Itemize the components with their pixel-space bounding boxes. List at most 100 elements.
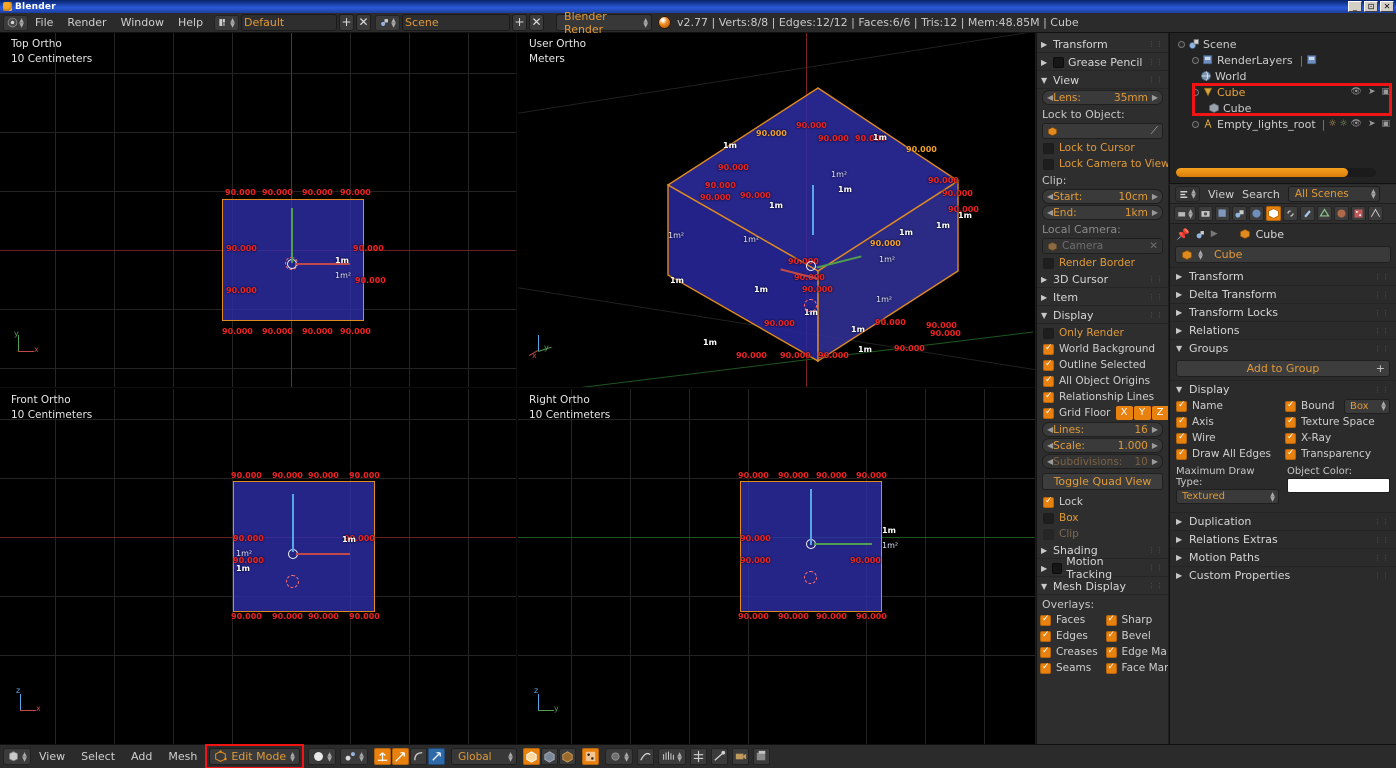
bevel-checkbox[interactable] [1105, 630, 1117, 642]
props-panel-relations[interactable]: ▶ Relations ⋮⋮ [1170, 321, 1396, 339]
grid-floor-checkbox[interactable] [1043, 407, 1054, 419]
props-panel-custom-properties[interactable]: ▶ Custom Properties ⋮⋮ [1170, 566, 1396, 584]
viewport-menu-add[interactable]: Add [123, 748, 160, 766]
display-name-row[interactable]: Name [1174, 398, 1283, 414]
creases-row[interactable]: Creases [1037, 644, 1103, 660]
app-menu-button[interactable]: ▲ ▼ [3, 14, 28, 31]
lock-to-cursor-checkbox[interactable] [1043, 142, 1054, 154]
pin-icon[interactable]: 📌 [1176, 228, 1190, 241]
panel-motion-tracking[interactable]: ▶ Motion Tracking ⋮⋮ [1037, 555, 1168, 581]
delete-layout-button[interactable]: ✕ [356, 14, 372, 31]
drag-grip-icon[interactable]: ⋮⋮ [1148, 40, 1164, 48]
display-axis-row[interactable]: Axis [1174, 414, 1283, 430]
display-xray-row[interactable]: X-Ray [1283, 430, 1392, 446]
local-camera-field[interactable]: Camera ✕ [1042, 238, 1163, 254]
lock-checkbox[interactable] [1043, 496, 1054, 508]
outliner-row-scene[interactable]: Scene [1170, 36, 1396, 52]
chevron-right-icon[interactable]: ▶ [1152, 441, 1158, 450]
object-name-field[interactable]: ▲ ▼ Cube [1175, 246, 1391, 263]
creases-checkbox[interactable] [1040, 646, 1051, 658]
object-color-swatch[interactable] [1287, 478, 1390, 493]
bevel-row[interactable]: Bevel [1103, 628, 1169, 644]
menu-help[interactable]: Help [171, 14, 210, 32]
outliner-row-empty-lights-root[interactable]: Empty_lights_root | ☼ ☼ 👁 ➤ ▣ [1170, 116, 1396, 132]
tab-render[interactable] [1198, 206, 1213, 221]
outliner-scrollbar[interactable] [1176, 168, 1376, 177]
eye-icon[interactable]: 👁 [1351, 87, 1362, 97]
property-pin-selector[interactable]: ▲ ▼ [1174, 206, 1196, 221]
panel-display[interactable]: ▼ Display ⋮⋮ [1037, 307, 1168, 324]
grid-floor-row[interactable]: Grid Floor X Y Z [1037, 405, 1168, 421]
scene-field[interactable]: Scene [402, 14, 511, 31]
viewport-front-ortho[interactable]: 90.000 90.000 90.000 90.000 90.000 90.00… [0, 389, 517, 744]
editor-type-selector[interactable]: ▲ ▼ [1175, 186, 1200, 202]
screen-layout-selector[interactable]: ▲ ▼ [214, 14, 240, 31]
add-scene-button[interactable]: + [512, 14, 528, 31]
display-xray-checkbox[interactable] [1285, 432, 1296, 444]
relationship-lines-checkbox[interactable] [1043, 391, 1054, 403]
chevron-right-icon[interactable]: ▶ [1152, 192, 1158, 201]
drag-grip-icon[interactable]: ⋮⋮ [1148, 293, 1164, 301]
cursor-arrow-icon[interactable]: ➤ [1368, 87, 1376, 97]
cursor-arrow-icon[interactable]: ➤ [1368, 119, 1376, 129]
lock-to-object-field[interactable]: ⟋ [1042, 123, 1163, 139]
sharp-checkbox[interactable] [1105, 614, 1117, 626]
drag-grip-icon[interactable]: ⋮⋮ [1148, 311, 1164, 319]
drag-grip-icon[interactable]: ⋮⋮ [1374, 273, 1390, 281]
display-draw-all-edges-row[interactable]: Draw All Edges [1174, 446, 1283, 462]
clip-end-field[interactable]: ◀ End: 1km ▶ [1042, 205, 1163, 220]
properties-tab-row[interactable]: ▲ ▼ [1170, 204, 1396, 224]
eye-icon[interactable]: 👁 [1351, 119, 1362, 129]
tab-render-layers[interactable] [1215, 206, 1230, 221]
render-engine-selector[interactable]: Blender Render ▲ ▼ [556, 10, 653, 36]
close-icon[interactable]: ✕ [1149, 240, 1158, 252]
chevron-right-icon[interactable]: ▶ [1152, 208, 1158, 217]
outline-selected-row[interactable]: Outline Selected [1037, 357, 1168, 373]
display-wire-checkbox[interactable] [1176, 432, 1187, 444]
add-layout-button[interactable]: + [339, 14, 355, 31]
edges-row[interactable]: Edges [1037, 628, 1103, 644]
display-texture-space-checkbox[interactable] [1285, 416, 1296, 428]
maximize-button[interactable]: ⊡ [1364, 1, 1378, 12]
properties-menu-search[interactable]: Search [1242, 188, 1280, 201]
drag-grip-icon[interactable]: ⋮⋮ [1148, 582, 1164, 590]
all-object-origins-row[interactable]: All Object Origins [1037, 373, 1168, 389]
plus-icon[interactable]: + [1376, 361, 1385, 377]
lens-field[interactable]: ◀ Lens: 35mm ▶ [1042, 90, 1163, 105]
face-marks-row[interactable]: Face Mar [1103, 660, 1168, 676]
box-row[interactable]: Box [1037, 510, 1168, 526]
menu-file[interactable]: File [28, 14, 60, 32]
outliner-editor[interactable]: Scene RenderLayers | World Cube 👁 ➤ ▣ Cu… [1169, 33, 1396, 184]
panel-view[interactable]: ▼ View ⋮⋮ [1037, 72, 1168, 89]
face-marks-checkbox[interactable] [1105, 662, 1117, 674]
lock-camera-to-view-checkbox[interactable] [1043, 158, 1054, 170]
camera-icon[interactable]: ▣ [1382, 119, 1391, 129]
lock-row[interactable]: Lock [1037, 494, 1168, 510]
seams-row[interactable]: Seams [1037, 660, 1103, 676]
panel-grease-pencil[interactable]: ▶ Grease Pencil ⋮⋮ [1037, 54, 1168, 71]
props-panel-transform-locks[interactable]: ▶ Transform Locks ⋮⋮ [1170, 303, 1396, 321]
editor-type-selector[interactable]: ▲ ▼ [3, 748, 31, 765]
outliner-row-renderlayers[interactable]: RenderLayers | [1170, 52, 1396, 68]
bound-type-selector[interactable]: Box ▲ ▼ [1344, 398, 1390, 414]
scale-manipulator-toggle[interactable] [410, 748, 428, 765]
edge-marks-checkbox[interactable] [1105, 646, 1117, 658]
chevron-right-icon[interactable]: ▶ [1152, 425, 1158, 434]
toggle-quad-view-button[interactable]: Toggle Quad View [1042, 473, 1163, 490]
grid-lines-field[interactable]: ◀ Lines: 16 ▶ [1042, 422, 1163, 437]
outliner-row-cube-object[interactable]: Cube 👁 ➤ ▣ [1170, 84, 1396, 100]
props-panel-display[interactable]: ▼ Display ⋮⋮ [1170, 380, 1396, 398]
props-panel-motion-paths[interactable]: ▶ Motion Paths ⋮⋮ [1170, 548, 1396, 566]
scene-filter-selector[interactable]: All Scenes ▲ ▼ [1287, 186, 1380, 202]
relationship-lines-row[interactable]: Relationship Lines [1037, 389, 1168, 405]
props-panel-duplication[interactable]: ▶ Duplication ⋮⋮ [1170, 512, 1396, 530]
face-select-mode-button[interactable] [559, 748, 577, 765]
lamp-icon[interactable]: ☼ [1328, 119, 1336, 129]
drag-grip-icon[interactable]: ⋮⋮ [1148, 76, 1164, 84]
edge-select-mode-button[interactable] [541, 748, 559, 765]
display-transparency-row[interactable]: Transparency [1283, 446, 1392, 462]
renderlayers-icon[interactable] [1306, 54, 1318, 66]
panel-3d-cursor[interactable]: ▶ 3D Cursor ⋮⋮ [1037, 271, 1168, 288]
faces-checkbox[interactable] [1040, 614, 1051, 626]
clip-start-field[interactable]: ◀ Start: 10cm ▶ [1042, 189, 1163, 204]
